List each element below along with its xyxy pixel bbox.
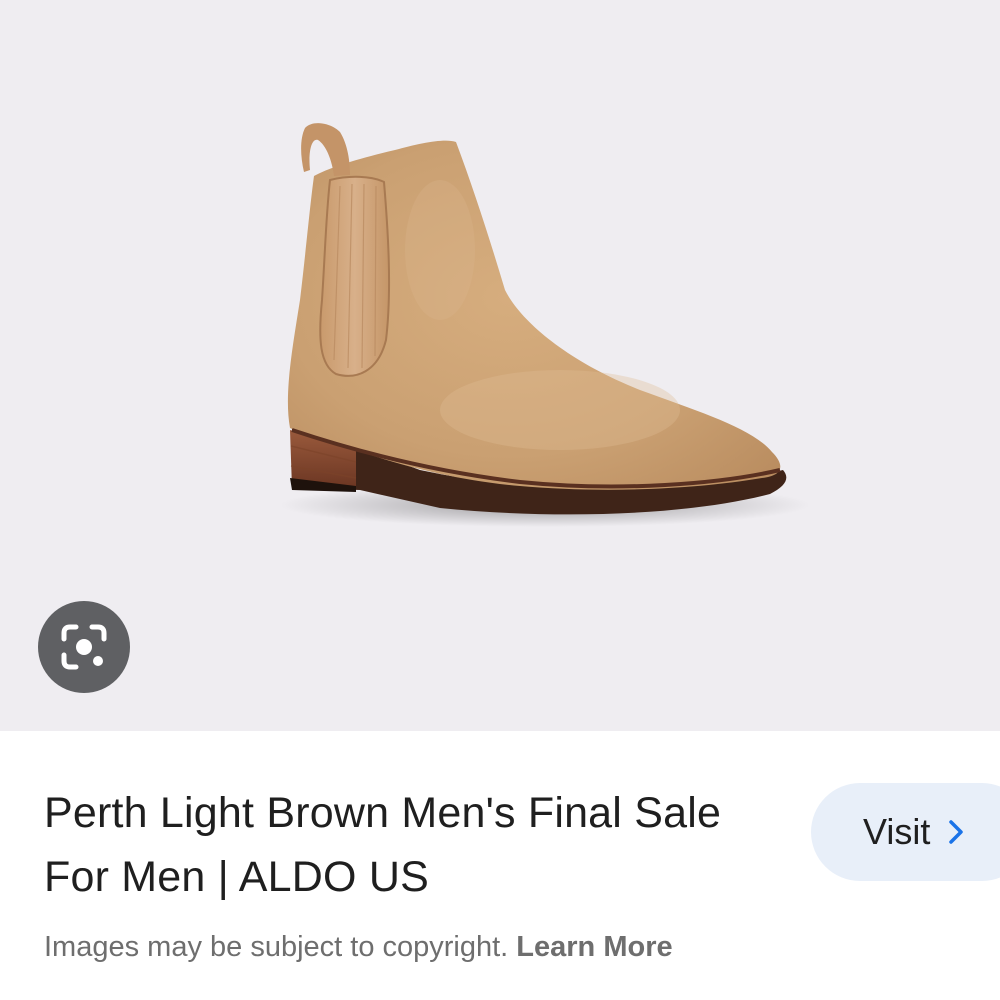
lens-search-button[interactable] (38, 601, 130, 693)
visit-button-label: Visit (863, 811, 931, 852)
chevron-right-icon (948, 819, 964, 845)
result-info-panel: Perth Light Brown Men's Final Sale For M… (0, 731, 1000, 1000)
visit-button[interactable]: Visit (811, 783, 1000, 881)
learn-more-link[interactable]: Learn More (516, 931, 672, 963)
google-lens-icon (61, 624, 107, 670)
result-title[interactable]: Perth Light Brown Men's Final Sale For M… (44, 781, 764, 909)
copyright-notice: Images may be subject to copyright. Lear… (44, 931, 673, 964)
product-image[interactable] (0, 0, 1000, 731)
image-preview-area (0, 0, 1000, 731)
copyright-text: Images may be subject to copyright. (44, 931, 517, 963)
image-result-viewer: Perth Light Brown Men's Final Sale For M… (0, 0, 1000, 1000)
